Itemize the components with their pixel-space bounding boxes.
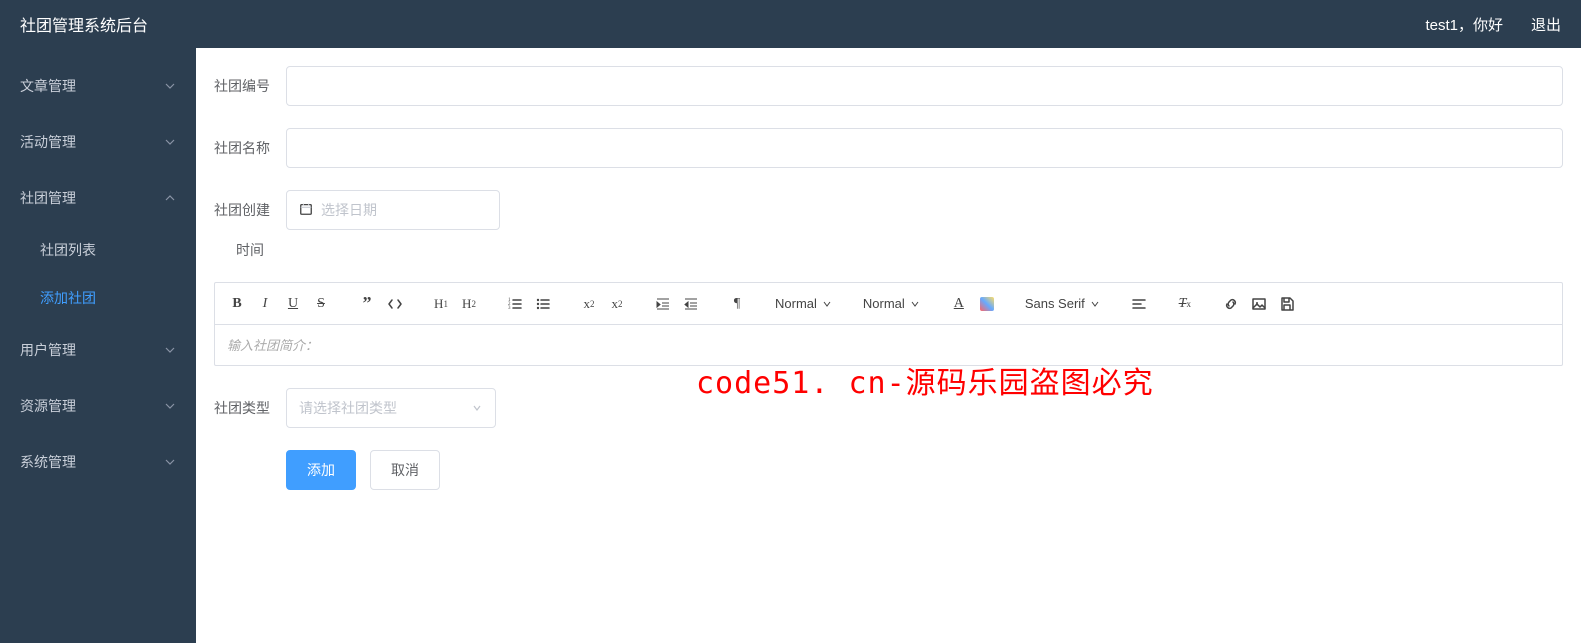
code-block-button[interactable] — [383, 292, 407, 316]
subscript-button[interactable]: x2 — [577, 292, 601, 316]
created-time-label: 社团创建 时间 — [214, 190, 286, 260]
club-name-label: 社团名称 — [214, 128, 286, 168]
sidebar: 文章管理 活动管理 社团管理 社团列表 添加社团 用户管理 — [0, 48, 196, 643]
calendar-icon — [299, 202, 313, 219]
clean-button[interactable]: Tx — [1173, 292, 1197, 316]
club-id-input[interactable] — [286, 66, 1563, 106]
sidebar-item-activity[interactable]: 活动管理 — [0, 114, 196, 170]
align-button[interactable] — [1127, 292, 1151, 316]
main-content: 社团编号 社团名称 社团创建 时间 — [196, 48, 1581, 643]
h1-button[interactable]: H1 — [429, 292, 453, 316]
chevron-down-icon — [164, 344, 176, 356]
club-name-input[interactable] — [286, 128, 1563, 168]
save-button[interactable] — [1275, 292, 1299, 316]
italic-button[interactable]: I — [253, 292, 277, 316]
caret-icon — [821, 298, 833, 310]
sidebar-item-club[interactable]: 社团管理 — [0, 170, 196, 226]
club-type-select[interactable]: 请选择社团类型 — [286, 388, 496, 428]
sidebar-item-user[interactable]: 用户管理 — [0, 322, 196, 378]
sidebar-item-club-list[interactable]: 社团列表 — [0, 226, 196, 274]
direction-button[interactable]: ¶ — [725, 292, 749, 316]
sidebar-item-resource[interactable]: 资源管理 — [0, 378, 196, 434]
font-picker[interactable]: Sans Serif — [1021, 296, 1105, 311]
sidebar-item-label: 社团列表 — [40, 240, 96, 260]
blockquote-button[interactable]: ” — [355, 292, 379, 316]
sidebar-item-label: 资源管理 — [20, 396, 76, 416]
sidebar-submenu-club: 社团列表 添加社团 — [0, 226, 196, 322]
submit-button[interactable]: 添加 — [286, 450, 356, 490]
chevron-up-icon — [164, 192, 176, 204]
chevron-down-icon — [164, 400, 176, 412]
outdent-button[interactable] — [679, 292, 703, 316]
user-greeting[interactable]: test1，你好 — [1425, 14, 1503, 35]
chevron-down-icon — [164, 456, 176, 468]
app-header: 社团管理系统后台 test1，你好 退出 — [0, 0, 1581, 48]
sidebar-item-article[interactable]: 文章管理 — [0, 58, 196, 114]
caret-icon — [909, 298, 921, 310]
sidebar-item-club-add[interactable]: 添加社团 — [0, 274, 196, 322]
editor-toolbar: B I U S ” H1 H2 123 x2 x2 — [215, 283, 1562, 325]
sidebar-item-label: 活动管理 — [20, 132, 76, 152]
sidebar-item-system[interactable]: 系统管理 — [0, 434, 196, 490]
sidebar-item-label: 社团管理 — [20, 188, 76, 208]
sidebar-item-label: 添加社团 — [40, 288, 96, 308]
sidebar-item-label: 用户管理 — [20, 340, 76, 360]
chevron-down-icon — [164, 80, 176, 92]
h2-button[interactable]: H2 — [457, 292, 481, 316]
chevron-down-icon — [471, 402, 483, 414]
club-id-label: 社团编号 — [214, 66, 286, 106]
bullet-list-button[interactable] — [531, 292, 555, 316]
color-button[interactable]: A — [947, 292, 971, 316]
caret-icon — [1089, 298, 1101, 310]
background-button[interactable] — [975, 292, 999, 316]
created-date-picker[interactable] — [286, 190, 500, 230]
strike-button[interactable]: S — [309, 292, 333, 316]
bold-button[interactable]: B — [225, 292, 249, 316]
date-input[interactable] — [321, 202, 502, 218]
underline-button[interactable]: U — [281, 292, 305, 316]
cancel-button[interactable]: 取消 — [370, 450, 440, 490]
select-placeholder: 请选择社团类型 — [299, 398, 397, 418]
ordered-list-button[interactable]: 123 — [503, 292, 527, 316]
superscript-button[interactable]: x2 — [605, 292, 629, 316]
rich-text-editor: B I U S ” H1 H2 123 x2 x2 — [214, 282, 1563, 366]
image-button[interactable] — [1247, 292, 1271, 316]
link-button[interactable] — [1219, 292, 1243, 316]
header-picker[interactable]: Normal — [859, 296, 925, 311]
editor-content[interactable]: 输入社团简介： — [215, 325, 1562, 365]
indent-button[interactable] — [651, 292, 675, 316]
chevron-down-icon — [164, 136, 176, 148]
club-type-label: 社团类型 — [214, 388, 286, 428]
svg-text:3: 3 — [508, 306, 511, 311]
sidebar-item-label: 文章管理 — [20, 76, 76, 96]
logout-link[interactable]: 退出 — [1531, 14, 1561, 35]
app-title: 社团管理系统后台 — [0, 12, 148, 36]
sidebar-item-label: 系统管理 — [20, 452, 76, 472]
size-picker[interactable]: Normal — [771, 296, 837, 311]
